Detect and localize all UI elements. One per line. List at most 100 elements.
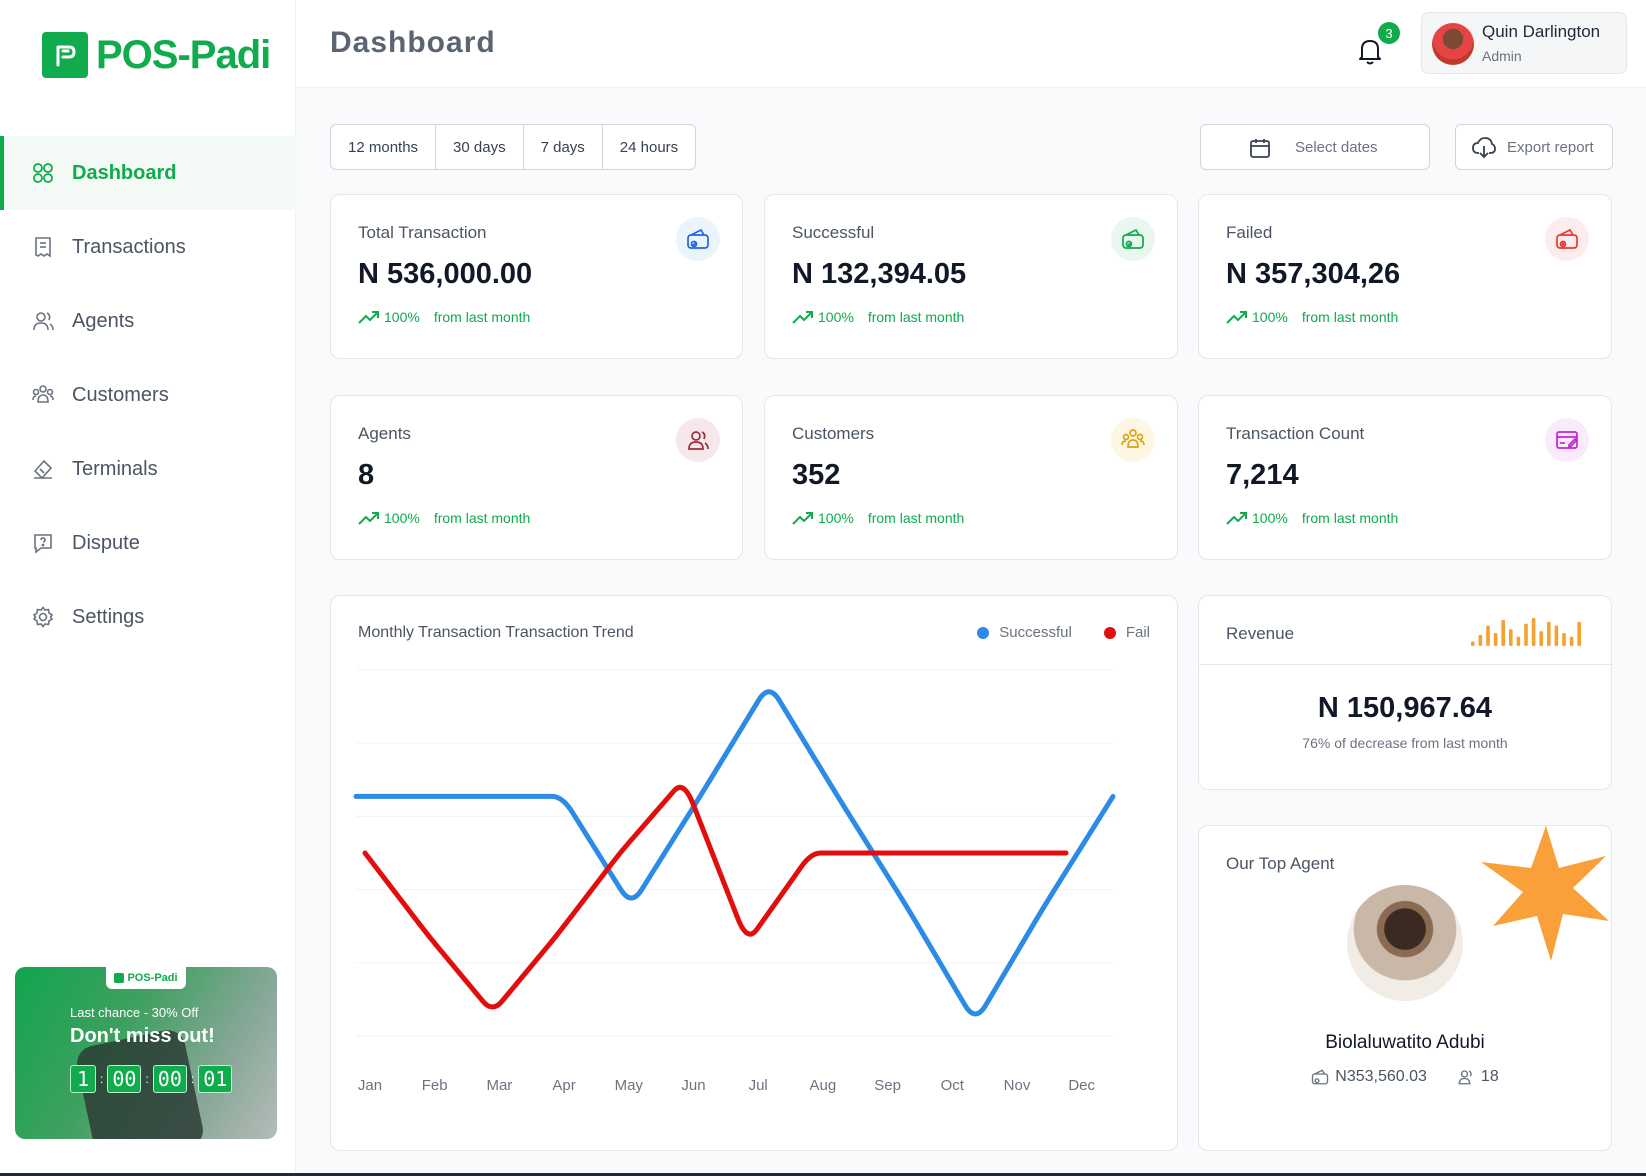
sidebar-item-terminals[interactable]: Terminals (0, 432, 296, 506)
legend-dot (1103, 626, 1116, 639)
brand-name: POS-Padi (96, 32, 271, 77)
stat-trend-note: from last month (867, 510, 965, 526)
trend-up-icon (792, 311, 813, 324)
x-tick-label: Jan (358, 1077, 382, 1094)
stat-label: Total Transaction (358, 223, 487, 242)
stat-value: N 132,394.05 (792, 258, 967, 290)
sidebar-item-label: Settings (72, 605, 145, 628)
stat-card-customers: Customers 352 100% from last month (764, 395, 1178, 560)
user-group-icon (1111, 418, 1155, 462)
terminal-icon (32, 458, 54, 480)
card-edit-icon (1545, 418, 1589, 462)
stat-card-failed: Failed N 357,304,26 100% from last month (1198, 194, 1612, 359)
range-12-months[interactable]: 12 months (331, 125, 437, 169)
stat-label: Customers (792, 424, 875, 443)
legend-label: Successful (999, 624, 1072, 641)
range-7-days[interactable]: 7 days (524, 125, 603, 169)
stat-label: Agents (358, 424, 411, 443)
receipt-icon (32, 236, 54, 258)
brand-logo[interactable]: POS-Padi (42, 32, 271, 78)
bell-icon[interactable] (1356, 36, 1384, 66)
agent-avatar (1347, 885, 1463, 1001)
revenue-bar (1547, 621, 1551, 646)
stat-trend: 100% from last month (792, 510, 964, 526)
export-report-button[interactable]: Export report (1455, 124, 1613, 170)
agent-amount: N353,560.03 (1311, 1068, 1427, 1086)
divider (1199, 664, 1611, 665)
sidebar-item-settings[interactable]: Settings (0, 580, 296, 654)
user-role: Admin (1482, 48, 1522, 64)
stat-trend-note: from last month (867, 309, 965, 325)
sidebar-item-dashboard[interactable]: Dashboard (0, 136, 296, 210)
x-tick-label: Jul (749, 1077, 768, 1094)
countdown-minutes: 00 (152, 1065, 187, 1093)
revenue-card: Revenue N 150,967.64 76% of decrease fro… (1198, 595, 1612, 790)
stat-trend-percent: 100% (384, 309, 420, 325)
select-dates-button[interactable]: Select dates (1200, 124, 1430, 170)
user-menu[interactable]: Quin Darlington Admin (1421, 12, 1627, 74)
sidebar-item-label: Transactions (72, 235, 186, 258)
stat-value: 8 (358, 459, 375, 491)
x-tick-label: Sep (874, 1077, 901, 1094)
x-tick-label: Aug (810, 1077, 837, 1094)
revenue-bar (1577, 621, 1581, 646)
revenue-bar (1486, 625, 1490, 646)
stat-trend-percent: 100% (818, 510, 854, 526)
user-name: Quin Darlington (1482, 22, 1601, 41)
calendar-icon (1250, 139, 1270, 158)
promo-badge-label: POS-Padi (127, 972, 178, 984)
chart-title: Monthly Transaction Transaction Trend (358, 624, 634, 641)
stat-label: Failed (1226, 223, 1273, 242)
wallet-x-icon (1545, 217, 1589, 261)
revenue-bar (1516, 636, 1521, 646)
stat-card-total-transaction: Total Transaction N 536,000.00 100% from… (330, 194, 743, 359)
agent-count-value: 18 (1480, 1068, 1499, 1085)
revenue-bar (1569, 636, 1574, 646)
promo-countdown: 1 : 00 : 00 : 01 (70, 1065, 233, 1093)
stat-trend-note: from last month (433, 309, 531, 325)
promo-title: Don't miss out! (70, 1025, 215, 1047)
top-header: Dashboard 3 Quin Darlington Admin (296, 0, 1646, 88)
revenue-value: N 150,967.64 (1317, 692, 1493, 724)
revenue-bar (1471, 641, 1475, 646)
cloud-download-icon (1472, 137, 1496, 159)
revenue-bar (1531, 618, 1536, 646)
stat-trend-percent: 100% (1252, 309, 1288, 325)
user-group-icon (32, 384, 54, 406)
revenue-bar (1539, 631, 1543, 646)
sidebar: POS-Padi Dashboard Transactions Agents C… (0, 0, 296, 1176)
legend-label: Fail (1125, 624, 1150, 641)
sidebar-item-customers[interactable]: Customers (0, 358, 296, 432)
sidebar-item-dispute[interactable]: Dispute (0, 506, 296, 580)
legend-item-fail[interactable]: Fail (1103, 624, 1150, 641)
trend-up-icon (358, 311, 379, 324)
grid-icon (32, 162, 54, 184)
sidebar-item-agents[interactable]: Agents (0, 284, 296, 358)
x-tick-label: Apr (552, 1077, 575, 1094)
legend-item-successful[interactable]: Successful (977, 624, 1072, 641)
stat-label: Transaction Count (1226, 424, 1365, 443)
revenue-note: 76% of decrease from last month (1302, 735, 1508, 751)
stat-value: N 536,000.00 (358, 258, 533, 290)
legend-dot (977, 626, 990, 639)
stat-label: Successful (792, 223, 875, 242)
countdown-seconds: 01 (198, 1065, 233, 1093)
series-line-fail[interactable] (362, 785, 1069, 1010)
agent-meta: N353,560.03 18 (1199, 1068, 1611, 1086)
stat-value: 352 (792, 459, 841, 491)
revenue-bar (1493, 632, 1498, 646)
time-range-toggle: 12 months 30 days 7 days 24 hours (330, 124, 697, 170)
wallet-check-icon (1111, 217, 1155, 261)
export-report-label: Export report (1507, 139, 1594, 156)
x-tick-label: May (615, 1077, 644, 1094)
range-24-hours[interactable]: 24 hours (603, 125, 695, 169)
sidebar-item-transactions[interactable]: Transactions (0, 210, 296, 284)
agent-name: Biolaluwatito Adubi (1325, 1032, 1485, 1053)
stat-trend-percent: 100% (1252, 510, 1288, 526)
range-30-days[interactable]: 30 days (436, 125, 524, 169)
stat-value: 7,214 (1226, 459, 1299, 491)
sidebar-item-label: Customers (72, 383, 169, 406)
promo-banner[interactable]: POS-Padi Last chance - 30% Off Don't mis… (15, 967, 277, 1139)
promo-subtitle: Last chance - 30% Off (70, 1005, 199, 1020)
sidebar-item-label: Dispute (72, 531, 140, 554)
